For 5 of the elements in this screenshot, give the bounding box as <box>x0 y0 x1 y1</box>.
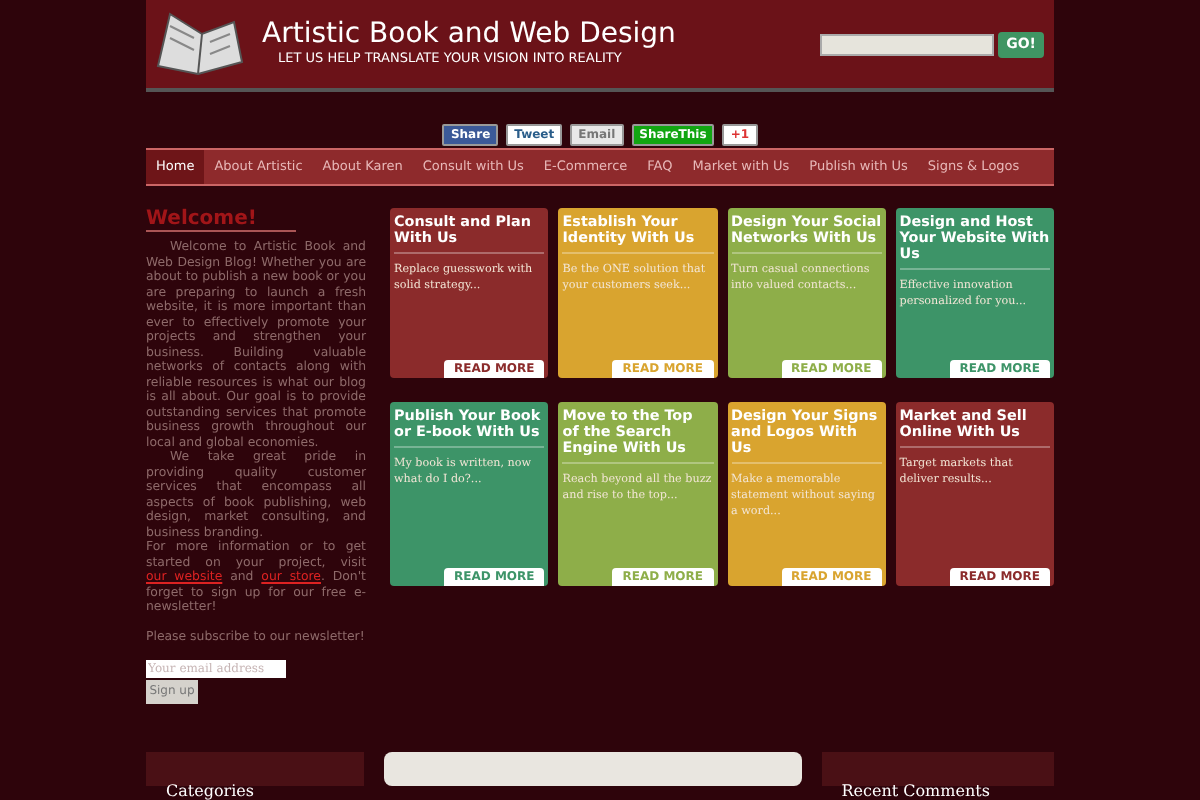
panel-heading: Recent Comments <box>841 782 990 800</box>
search-field[interactable] <box>820 33 995 55</box>
welcome-heading: Welcome! <box>146 208 296 232</box>
panel-heading: Categories <box>166 782 254 800</box>
site-title: Artistic Book and Web Design <box>262 18 676 51</box>
